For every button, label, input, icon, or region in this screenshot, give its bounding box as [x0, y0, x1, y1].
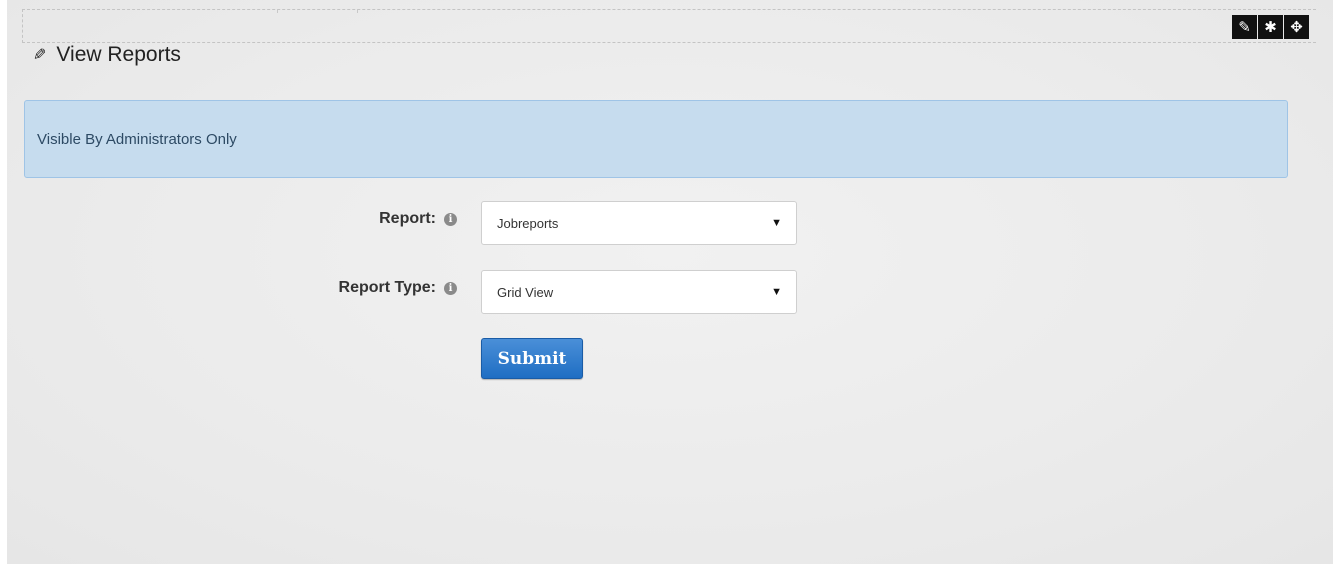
admin-alert: Visible By Administrators Only — [24, 100, 1288, 178]
info-icon[interactable]: i — [444, 212, 457, 226]
alert-text: Visible By Administrators Only — [37, 130, 237, 148]
report-type-select-value: Grid View — [497, 284, 554, 300]
report-label: Report: i — [379, 210, 457, 228]
info-icon[interactable]: i — [444, 281, 457, 295]
gear-icon[interactable]: ✱ — [1258, 15, 1283, 39]
submit-button[interactable]: Submit — [481, 338, 583, 379]
report-select-value: Jobreports — [497, 215, 559, 231]
page-title-text: View Reports — [56, 43, 181, 66]
widget-toolbar: ✎ ✱ ✥ — [1232, 15, 1309, 39]
divider-tick — [277, 9, 278, 13]
move-icon[interactable]: ✥ — [1284, 15, 1309, 39]
caret-down-icon: ▼ — [771, 286, 782, 298]
widget-drop-zone — [22, 9, 1316, 43]
report-type-select[interactable]: Grid View ▼ — [481, 270, 797, 314]
pencil-icon[interactable]: ✎ — [1232, 15, 1257, 39]
page-title: ✎ View Reports — [33, 43, 181, 67]
report-select[interactable]: Jobreports ▼ — [481, 201, 797, 245]
caret-down-icon: ▼ — [771, 217, 782, 229]
report-label-text: Report: — [379, 210, 436, 227]
divider-tick — [357, 9, 358, 13]
pencil-icon: ✎ — [33, 47, 47, 64]
report-type-label-text: Report Type: — [338, 279, 436, 296]
report-type-label: Report Type: i — [339, 279, 457, 297]
